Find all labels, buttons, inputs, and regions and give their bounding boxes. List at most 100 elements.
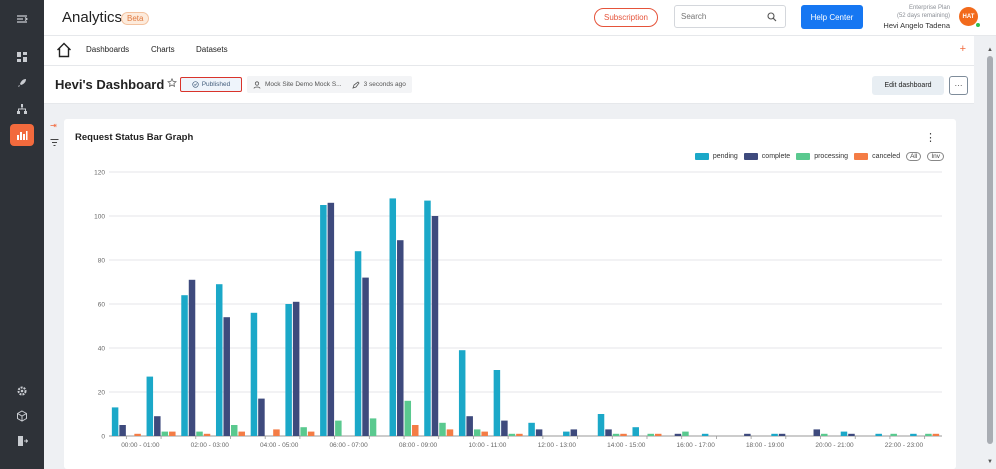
bar-pending[interactable] xyxy=(424,200,431,436)
bar-canceled[interactable] xyxy=(307,431,315,436)
bar-pending[interactable] xyxy=(493,370,501,436)
published-status-badge[interactable]: Published xyxy=(180,77,242,92)
bar-complete[interactable] xyxy=(223,317,230,436)
bar-complete[interactable] xyxy=(501,420,508,436)
bar-pending[interactable] xyxy=(215,284,223,436)
bar-processing[interactable] xyxy=(404,400,412,436)
add-icon[interactable]: + xyxy=(960,43,966,55)
bar-pending[interactable] xyxy=(875,433,882,436)
search-box[interactable] xyxy=(674,5,786,28)
legend-item-processing[interactable]: processing xyxy=(796,153,848,160)
bar-canceled[interactable] xyxy=(273,429,280,436)
bar-pending[interactable] xyxy=(250,312,258,436)
bar-pending[interactable] xyxy=(701,433,709,436)
bar-complete[interactable] xyxy=(570,429,578,436)
bar-canceled[interactable] xyxy=(446,429,454,436)
expand-panel-icon[interactable]: ⇥ xyxy=(50,121,57,130)
subscription-button[interactable]: Subscription xyxy=(594,8,658,27)
bar-pending[interactable] xyxy=(111,407,119,436)
nav-datasets[interactable]: Datasets xyxy=(196,45,228,54)
bar-processing[interactable] xyxy=(925,433,932,436)
bar-canceled[interactable] xyxy=(932,433,940,436)
bar-processing[interactable] xyxy=(647,433,654,436)
bar-canceled[interactable] xyxy=(203,433,211,436)
bar-complete[interactable] xyxy=(431,216,439,436)
bar-complete[interactable] xyxy=(813,429,821,436)
bar-canceled[interactable] xyxy=(481,431,488,436)
bar-pending[interactable] xyxy=(181,295,188,436)
bar-processing[interactable] xyxy=(335,420,342,436)
analytics-icon[interactable] xyxy=(10,124,34,146)
menu-collapse-icon[interactable] xyxy=(10,8,34,30)
nav-charts[interactable]: Charts xyxy=(151,45,175,54)
bar-canceled[interactable] xyxy=(169,431,176,436)
bar-complete[interactable] xyxy=(362,277,369,436)
hierarchy-icon[interactable] xyxy=(10,98,34,120)
bar-complete[interactable] xyxy=(674,433,682,436)
bar-pending[interactable] xyxy=(528,422,535,436)
bar-processing[interactable] xyxy=(821,433,828,436)
legend-inv-button[interactable]: Inv xyxy=(927,152,944,161)
search-icon[interactable] xyxy=(767,12,777,22)
bar-processing[interactable] xyxy=(161,431,169,436)
bar-pending[interactable] xyxy=(320,205,327,436)
bar-pending[interactable] xyxy=(285,304,292,436)
bar-complete[interactable] xyxy=(605,429,612,436)
bar-canceled[interactable] xyxy=(134,433,141,436)
legend-item-complete[interactable]: complete xyxy=(743,153,790,160)
logout-icon[interactable] xyxy=(10,430,34,452)
bar-complete[interactable] xyxy=(848,433,855,436)
bar-processing[interactable] xyxy=(890,433,897,436)
nav-dashboards[interactable]: Dashboards xyxy=(86,45,129,54)
bar-complete[interactable] xyxy=(188,279,196,436)
bar-complete[interactable] xyxy=(292,301,300,436)
bar-canceled[interactable] xyxy=(654,433,662,436)
home-icon[interactable] xyxy=(56,42,72,58)
search-input[interactable] xyxy=(681,12,761,21)
legend-all-button[interactable]: All xyxy=(906,152,922,161)
bar-complete[interactable] xyxy=(535,429,543,436)
page-scrollbar[interactable]: ▲ ▼ xyxy=(986,46,994,466)
legend-item-canceled[interactable]: canceled xyxy=(854,153,900,160)
scroll-down-arrow[interactable]: ▼ xyxy=(986,458,994,466)
bar-canceled[interactable] xyxy=(516,433,523,436)
bar-pending[interactable] xyxy=(563,431,570,436)
bar-pending[interactable] xyxy=(910,433,917,436)
bar-pending[interactable] xyxy=(597,414,605,436)
bar-complete[interactable] xyxy=(397,240,404,436)
bar-pending[interactable] xyxy=(389,198,397,436)
bar-pending[interactable] xyxy=(354,251,362,436)
bar-pending[interactable] xyxy=(632,427,639,436)
scroll-thumb[interactable] xyxy=(987,56,993,444)
bar-processing[interactable] xyxy=(508,433,516,436)
bar-pending[interactable] xyxy=(146,376,154,436)
help-center-button[interactable]: Help Center xyxy=(801,5,863,29)
bar-processing[interactable] xyxy=(230,425,238,436)
legend-item-pending[interactable]: pending xyxy=(694,153,738,160)
cube-icon[interactable] xyxy=(10,405,34,427)
bar-complete[interactable] xyxy=(119,425,126,436)
bar-complete[interactable] xyxy=(778,433,786,436)
bar-processing[interactable] xyxy=(682,431,689,436)
bar-processing[interactable] xyxy=(473,429,481,436)
more-options-button[interactable]: ··· xyxy=(949,76,968,95)
bar-canceled[interactable] xyxy=(620,433,627,436)
rocket-icon[interactable] xyxy=(10,72,34,94)
bar-processing[interactable] xyxy=(300,427,307,436)
scroll-up-arrow[interactable]: ▲ xyxy=(986,46,994,54)
bar-processing[interactable] xyxy=(439,422,446,436)
bar-canceled[interactable] xyxy=(238,431,245,436)
bar-processing[interactable] xyxy=(612,433,620,436)
dashboard-icon[interactable] xyxy=(10,46,34,68)
bar-canceled[interactable] xyxy=(412,425,419,436)
bar-complete[interactable] xyxy=(258,398,265,436)
edit-dashboard-button[interactable]: Edit dashboard xyxy=(872,76,944,95)
bar-processing[interactable] xyxy=(196,431,203,436)
bar-processing[interactable] xyxy=(369,418,377,436)
bar-complete[interactable] xyxy=(744,433,751,436)
filter-icon[interactable] xyxy=(50,138,59,147)
chart-menu-icon[interactable]: ⋮ xyxy=(925,131,936,144)
bar-pending[interactable] xyxy=(458,350,466,436)
bar-complete[interactable] xyxy=(327,202,335,436)
settings-icon[interactable] xyxy=(10,380,34,402)
